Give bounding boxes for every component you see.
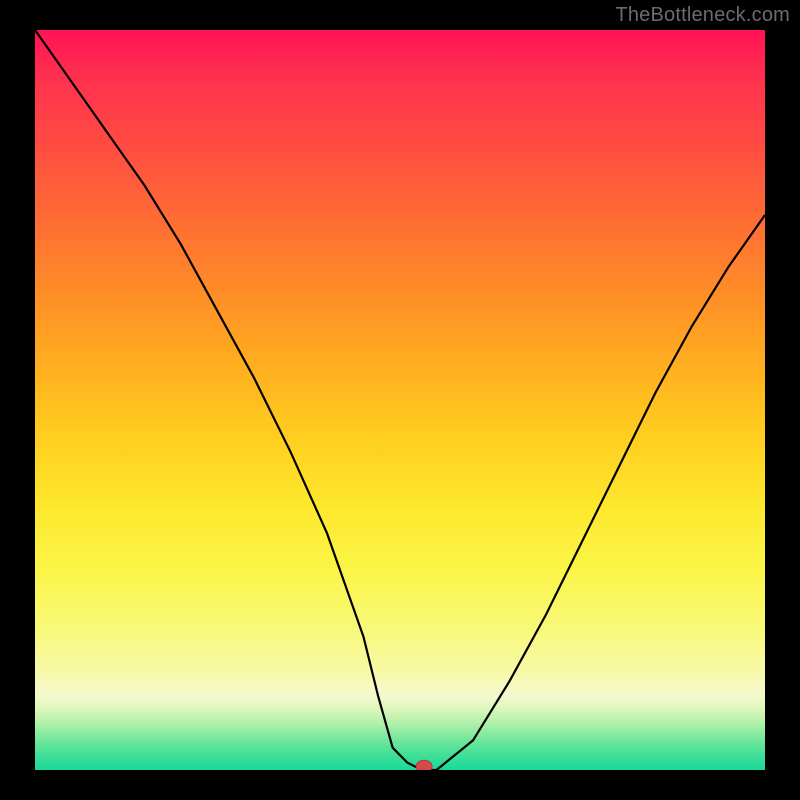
optimal-marker — [416, 760, 432, 770]
plot-area — [35, 30, 765, 770]
chart-frame: TheBottleneck.com — [0, 0, 800, 800]
curve-layer — [35, 30, 765, 770]
bottleneck-curve — [35, 30, 765, 770]
watermark-text: TheBottleneck.com — [615, 4, 790, 27]
